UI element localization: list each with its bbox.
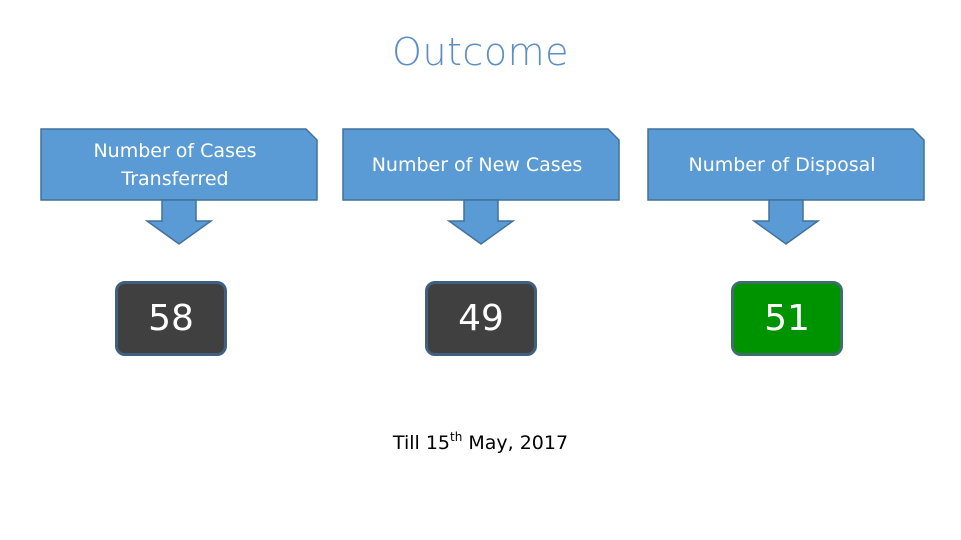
date-footnote: Till 15th May, 2017 (0, 430, 961, 454)
down-arrow-icon (144, 199, 214, 245)
down-arrow-icon (446, 199, 516, 245)
footnote-sup: th (450, 430, 463, 444)
value-cases-transferred: 58 (115, 281, 227, 356)
callout-label: Number of New Cases (371, 153, 583, 176)
callout-label: Number of Disposal (688, 153, 876, 176)
callout-new-cases: Number of New Cases (342, 128, 622, 246)
down-arrow-icon (751, 199, 821, 245)
page-title: Outcome (392, 30, 569, 74)
callout-cases-transferred: Number of Cases Transferred (40, 128, 320, 246)
footnote-prefix: Till 15 (392, 432, 450, 454)
callout-label: Number of Cases Transferred (93, 139, 257, 190)
value-disposal: 51 (731, 281, 843, 356)
value-new-cases: 49 (425, 281, 537, 356)
callout-disposal: Number of Disposal (647, 128, 927, 246)
footnote-suffix: May, 2017 (462, 432, 569, 454)
